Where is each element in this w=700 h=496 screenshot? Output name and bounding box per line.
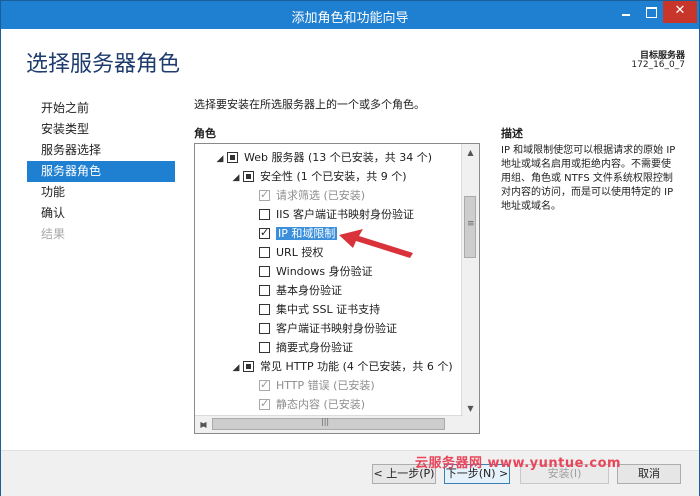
close-button[interactable]: ✕ xyxy=(663,1,697,23)
description-label: 描述 xyxy=(501,127,523,140)
tree-row[interactable]: IIS 客户端证书映射身份验证 xyxy=(245,205,414,224)
page-title: 选择服务器角色 xyxy=(26,52,181,77)
minimize-button[interactable] xyxy=(613,1,639,23)
collapse-triangle-icon[interactable]: ◢ xyxy=(229,359,243,378)
horizontal-scrollbar[interactable]: ◀ ▶ xyxy=(195,415,463,433)
role-label: 集中式 SSL 证书支持 xyxy=(276,303,381,316)
tree-row[interactable]: ◢ 安全性 (1 个已安装，共 9 个) xyxy=(229,167,407,186)
watermark-text: 云服务器网 www.yuntue.com xyxy=(415,456,622,471)
scroll-up-arrow-icon[interactable]: ▲ xyxy=(462,144,479,161)
role-label: IP 和域限制 xyxy=(276,227,338,240)
maximize-button[interactable] xyxy=(639,1,663,23)
role-checkbox xyxy=(259,187,270,203)
vertical-scrollbar[interactable]: ▲ ▼ xyxy=(461,144,479,417)
instruction-text: 选择要安装在所选服务器上的一个或多个角色。 xyxy=(194,98,425,111)
tree-row[interactable]: 静态内容 (已安装) xyxy=(245,395,365,414)
tree-row[interactable]: IP 和域限制 xyxy=(245,224,338,243)
role-label: 摘要式身份验证 xyxy=(276,341,353,354)
description-text: IP 和域限制使您可以根据请求的原始 IP 地址或域名启用或拒绝内容。不需要使用… xyxy=(501,145,676,212)
title-bar[interactable]: 添加角色和功能向导 ✕ xyxy=(1,1,699,29)
role-checkbox[interactable] xyxy=(259,209,270,220)
scroll-down-arrow-icon[interactable]: ▼ xyxy=(462,400,479,417)
nav-item[interactable]: 服务器选择 xyxy=(27,140,175,161)
collapse-triangle-icon[interactable]: ◢ xyxy=(229,169,243,188)
role-label: IIS 客户端证书映射身份验证 xyxy=(276,208,414,221)
role-checkbox[interactable] xyxy=(259,266,270,277)
tree-row[interactable]: Windows 身份验证 xyxy=(245,262,373,281)
nav-item[interactable]: 安装类型 xyxy=(27,119,175,140)
role-checkbox xyxy=(259,377,270,393)
role-label: 基本身份验证 xyxy=(276,284,342,297)
tree-row[interactable]: URL 授权 xyxy=(245,243,323,262)
roles-label: 角色 xyxy=(194,127,216,140)
tree-row[interactable]: 请求筛选 (已安装) xyxy=(245,186,365,205)
role-checkbox[interactable] xyxy=(259,342,270,353)
nav-item[interactable]: 功能 xyxy=(27,182,175,203)
role-checkbox xyxy=(259,396,270,412)
wizard-window: 添加角色和功能向导 ✕ 选择服务器角色 目标服务器 172_16_0_7 开始之… xyxy=(0,0,700,496)
target-server-value: 172_16_0_7 xyxy=(631,60,685,70)
wizard-nav: 开始之前 安装类型 服务器选择 服务器角色 功能 确认结果 xyxy=(27,98,175,245)
role-label: Windows 身份验证 xyxy=(276,265,373,278)
role-checkbox[interactable] xyxy=(243,171,254,182)
role-label: 静态内容 (已安装) xyxy=(276,398,366,411)
nav-item[interactable]: 开始之前 xyxy=(27,98,175,119)
role-checkbox[interactable] xyxy=(259,323,270,334)
tree-row[interactable]: ◢ Web 服务器 (13 个已安装，共 34 个) xyxy=(213,148,433,169)
tree-row[interactable]: 基本身份验证 xyxy=(245,281,342,300)
nav-item: 结果 xyxy=(41,227,66,241)
window-title: 添加角色和功能向导 xyxy=(291,11,409,26)
role-label: HTTP 错误 (已安装) xyxy=(276,379,375,392)
tree-row[interactable]: HTTP 错误 (已安装) xyxy=(245,376,375,395)
role-checkbox[interactable] xyxy=(227,152,238,163)
role-label: 请求筛选 (已安装) xyxy=(276,189,366,202)
tree-row[interactable]: 客户端证书映射身份验证 xyxy=(245,319,397,338)
roles-tree[interactable]: ◢ Web 服务器 (13 个已安装，共 34 个) ◢ 安全性 (1 个已安装，共 … xyxy=(194,143,480,434)
role-label: URL 授权 xyxy=(276,246,324,259)
scrollbar-corner xyxy=(462,416,479,433)
tree-row[interactable]: ◢ 常见 HTTP 功能 (4 个已安装，共 6 个) xyxy=(229,357,453,376)
scroll-right-arrow-icon[interactable]: ▶ xyxy=(195,416,212,433)
nav-item[interactable]: 服务器角色 xyxy=(27,161,175,182)
role-checkbox[interactable] xyxy=(259,285,270,296)
roles-tree-viewport: ◢ Web 服务器 (13 个已安装，共 34 个) ◢ 安全性 (1 个已安装，共 … xyxy=(195,144,463,417)
collapse-triangle-icon[interactable]: ◢ xyxy=(213,150,227,169)
role-checkbox[interactable] xyxy=(259,225,270,241)
role-label: Web 服务器 (13 个已安装，共 34 个) xyxy=(244,151,433,164)
role-checkbox[interactable] xyxy=(243,361,254,372)
role-label: 常见 HTTP 功能 (4 个已安装，共 6 个) xyxy=(260,360,453,373)
annotation-arrow-icon xyxy=(339,229,413,258)
role-label: 客户端证书映射身份验证 xyxy=(276,322,397,335)
cancel-button[interactable]: 取消 xyxy=(617,464,681,484)
tree-row[interactable]: 摘要式身份验证 xyxy=(245,338,353,357)
role-checkbox[interactable] xyxy=(259,304,270,315)
role-label: 安全性 (1 个已安装，共 9 个) xyxy=(260,170,407,183)
role-checkbox[interactable] xyxy=(259,247,270,258)
horizontal-scroll-thumb[interactable] xyxy=(212,417,445,430)
tree-row[interactable]: 集中式 SSL 证书支持 xyxy=(245,300,380,319)
vertical-scroll-thumb[interactable] xyxy=(464,196,476,258)
nav-item[interactable]: 确认 xyxy=(27,203,175,224)
